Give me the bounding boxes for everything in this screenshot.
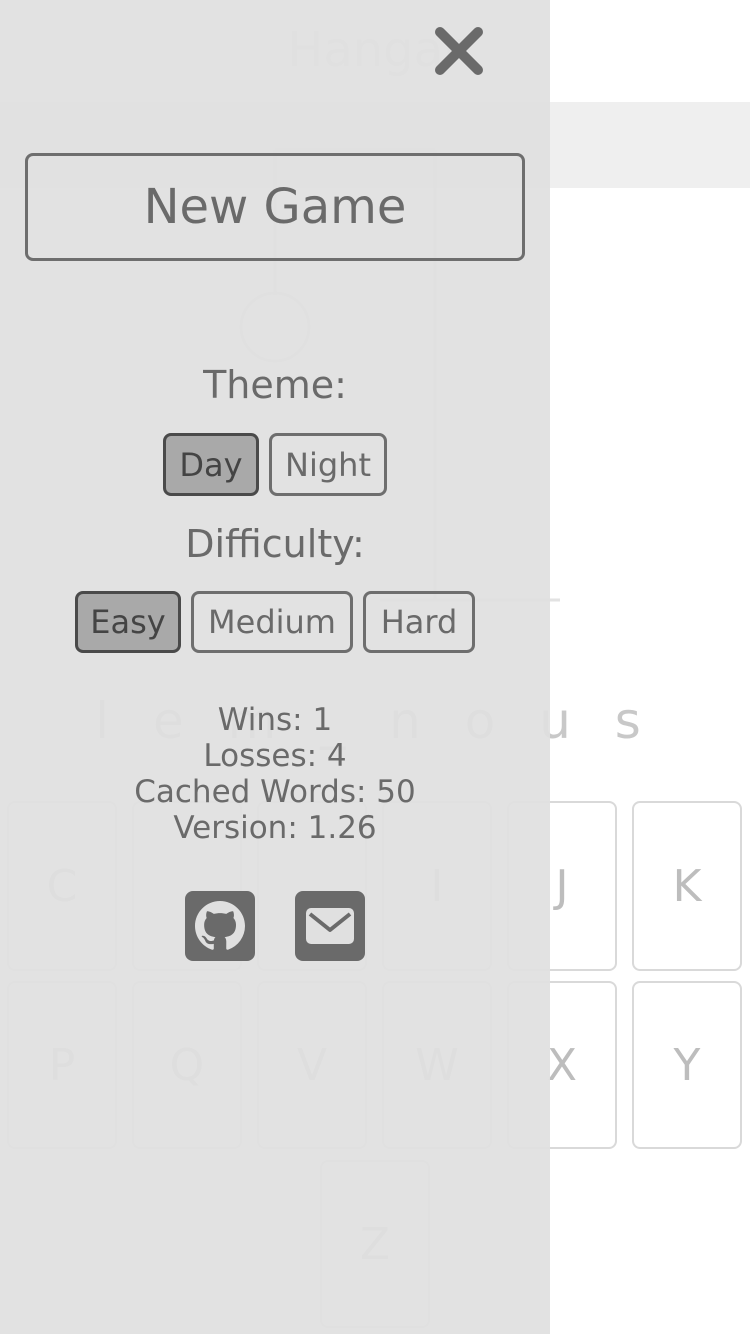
theme-day-button[interactable]: Day: [163, 433, 259, 496]
difficulty-medium-button[interactable]: Medium: [191, 591, 353, 653]
theme-label: Theme:: [203, 363, 347, 407]
close-icon: [435, 27, 483, 75]
key-k[interactable]: K: [632, 801, 742, 971]
difficulty-label: Difficulty:: [185, 522, 365, 566]
losses-text: Losses: 4: [203, 738, 347, 774]
key-y[interactable]: Y: [632, 981, 742, 1149]
close-button[interactable]: [430, 22, 488, 80]
theme-night-button[interactable]: Night: [269, 433, 387, 496]
difficulty-hard-button[interactable]: Hard: [363, 591, 475, 653]
menu-panel: New Game Theme: Day Night Difficulty: Ea…: [0, 0, 550, 1334]
cached-words-text: Cached Words: 50: [134, 774, 416, 810]
new-game-button[interactable]: New Game: [25, 153, 525, 261]
version-text: Version: 1.26: [173, 810, 377, 846]
email-icon: [306, 908, 354, 944]
wins-text: Wins: 1: [217, 702, 333, 738]
github-link-button[interactable]: [185, 891, 255, 961]
difficulty-easy-button[interactable]: Easy: [75, 591, 181, 653]
stats-block: Wins: 1 Losses: 4 Cached Words: 50 Versi…: [0, 702, 550, 846]
github-icon: [195, 901, 245, 950]
email-link-button[interactable]: [295, 891, 365, 961]
